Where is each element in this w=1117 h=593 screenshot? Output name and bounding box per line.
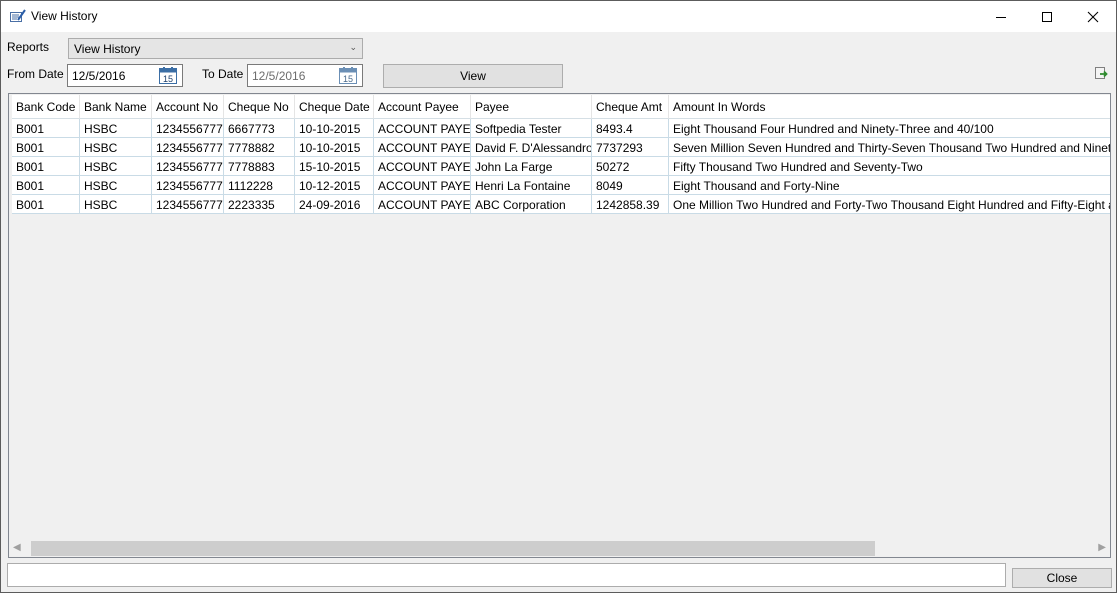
- reports-combobox[interactable]: View History ⌄: [68, 38, 363, 59]
- grid-body: B001 HSBC 1234556777 6667773 10-10-2015 ACCOU…: [12, 119, 1110, 214]
- table-cell[interactable]: 50272: [592, 157, 669, 176]
- table-cell[interactable]: 7778882: [224, 138, 295, 157]
- view-button[interactable]: View: [383, 64, 563, 88]
- table-cell[interactable]: Eight Thousand and Forty-Nine: [669, 176, 1110, 195]
- table-cell[interactable]: Henri La Fontaine: [471, 176, 592, 195]
- close-icon: [1087, 11, 1099, 22]
- table-cell[interactable]: 8049: [592, 176, 669, 195]
- column-header[interactable]: Payee: [471, 95, 592, 119]
- column-header[interactable]: Cheque No: [224, 95, 295, 119]
- table-cell[interactable]: 2223335: [224, 195, 295, 214]
- table-cell[interactable]: John La Farge: [471, 157, 592, 176]
- reports-selected-value: View History: [74, 42, 141, 56]
- scroll-left-icon[interactable]: ◀: [13, 542, 21, 553]
- table-cell[interactable]: One Million Two Hundred and Forty-Two Th…: [669, 195, 1110, 214]
- calendar-day: 15: [343, 74, 353, 84]
- column-header[interactable]: Bank Name: [80, 95, 152, 119]
- chevron-down-icon: ⌄: [349, 42, 357, 52]
- view-history-window: View History Reports View History ⌄ From…: [0, 0, 1117, 593]
- table-cell[interactable]: Eight Thousand Four Hundred and Ninety-T…: [669, 119, 1110, 138]
- table-cell[interactable]: 15-10-2015: [295, 157, 374, 176]
- table-cell[interactable]: 1234556777: [152, 138, 224, 157]
- title-bar: View History: [1, 1, 1116, 32]
- table-cell[interactable]: Softpedia Tester: [471, 119, 592, 138]
- minimize-button[interactable]: [978, 1, 1024, 32]
- table-cell[interactable]: ABC Corporation: [471, 195, 592, 214]
- table-cell[interactable]: HSBC: [80, 119, 152, 138]
- table-cell[interactable]: ACCOUNT PAYEE: [374, 195, 471, 214]
- close-button[interactable]: Close: [1012, 568, 1112, 588]
- table-cell[interactable]: B001: [12, 119, 80, 138]
- table-cell[interactable]: Seven Million Seven Hundred and Thirty-S…: [669, 138, 1110, 157]
- table-cell[interactable]: 1234556777: [152, 119, 224, 138]
- to-date-picker[interactable]: 12/5/2016 15: [247, 64, 363, 87]
- calendar-icon[interactable]: 15: [159, 67, 177, 84]
- table-cell[interactable]: 7737293: [592, 138, 669, 157]
- table-cell[interactable]: B001: [12, 176, 80, 195]
- table-cell[interactable]: 24-09-2016: [295, 195, 374, 214]
- table-cell[interactable]: B001: [12, 157, 80, 176]
- table-cell[interactable]: ACCOUNT PAYEE: [374, 138, 471, 157]
- table-cell[interactable]: ACCOUNT PAYEE: [374, 119, 471, 138]
- column-header[interactable]: Cheque Amt: [592, 95, 669, 119]
- close-window-button[interactable]: [1070, 1, 1116, 32]
- from-date-label: From Date: [7, 67, 64, 81]
- table-cell[interactable]: HSBC: [80, 157, 152, 176]
- grid-header: Bank Code Bank Name Account No Cheque No Che…: [12, 95, 1110, 119]
- table-cell[interactable]: ACCOUNT PAYEE: [374, 157, 471, 176]
- report-edit-icon: [10, 9, 26, 22]
- column-header[interactable]: Account Payee: [374, 95, 471, 119]
- scroll-right-icon[interactable]: ▶: [1098, 542, 1106, 553]
- export-icon[interactable]: [1094, 66, 1108, 80]
- horizontal-scrollbar[interactable]: ◀ ▶: [9, 540, 1110, 557]
- scrollbar-thumb[interactable]: [31, 541, 875, 556]
- column-header[interactable]: Bank Code: [12, 95, 80, 119]
- table-cell[interactable]: HSBC: [80, 195, 152, 214]
- table-cell[interactable]: 10-12-2015: [295, 176, 374, 195]
- table-row[interactable]: B001 HSBC 1234556777 1112228 10-12-2015 ACCOU…: [12, 176, 1110, 195]
- table-cell[interactable]: 6667773: [224, 119, 295, 138]
- column-header[interactable]: Account No: [152, 95, 224, 119]
- reports-label: Reports: [7, 40, 50, 54]
- calendar-day: 15: [163, 74, 173, 84]
- maximize-icon: [1042, 11, 1052, 22]
- table-row[interactable]: B001 HSBC 1234556777 2223335 24-09-2016 ACCOU…: [12, 195, 1110, 214]
- column-header[interactable]: Cheque Date: [295, 95, 374, 119]
- table-cell[interactable]: 10-10-2015: [295, 119, 374, 138]
- table-cell[interactable]: B001: [12, 138, 80, 157]
- maximize-button[interactable]: [1024, 1, 1070, 32]
- table-cell[interactable]: Fifty Thousand Two Hundred and Seventy-T…: [669, 157, 1110, 176]
- from-date-picker[interactable]: 12/5/2016 15: [67, 64, 183, 87]
- table-cell[interactable]: 1234556777: [152, 157, 224, 176]
- to-date-value: 12/5/2016: [252, 69, 306, 83]
- table-cell[interactable]: 10-10-2015: [295, 138, 374, 157]
- table-cell[interactable]: 8493.4: [592, 119, 669, 138]
- table-cell[interactable]: 1112228: [224, 176, 295, 195]
- table-row[interactable]: B001 HSBC 1234556777 7778883 15-10-2015 ACCOU…: [12, 157, 1110, 176]
- table-cell[interactable]: David F. D'Alessandro: [471, 138, 592, 157]
- table-cell[interactable]: HSBC: [80, 138, 152, 157]
- table-cell[interactable]: 1234556777: [152, 176, 224, 195]
- from-date-value: 12/5/2016: [72, 69, 126, 83]
- minimize-icon: [996, 16, 1006, 18]
- table-cell[interactable]: 1242858.39: [592, 195, 669, 214]
- to-date-label: To Date: [202, 67, 244, 81]
- history-grid[interactable]: Bank Code Bank Name Account No Cheque No Che…: [8, 93, 1111, 558]
- window-title: View History: [31, 9, 98, 23]
- table-cell[interactable]: HSBC: [80, 176, 152, 195]
- table-cell[interactable]: 7778883: [224, 157, 295, 176]
- column-header[interactable]: Amount In Words: [669, 95, 1110, 119]
- table-cell[interactable]: B001: [12, 195, 80, 214]
- table-row[interactable]: B001 HSBC 1234556777 7778882 10-10-2015 ACCOU…: [12, 138, 1110, 157]
- calendar-icon[interactable]: 15: [339, 67, 357, 84]
- table-cell[interactable]: ACCOUNT PAYEE: [374, 176, 471, 195]
- table-cell[interactable]: 1234556777: [152, 195, 224, 214]
- table-row[interactable]: B001 HSBC 1234556777 6667773 10-10-2015 ACCOU…: [12, 119, 1110, 138]
- status-field[interactable]: [7, 563, 1006, 587]
